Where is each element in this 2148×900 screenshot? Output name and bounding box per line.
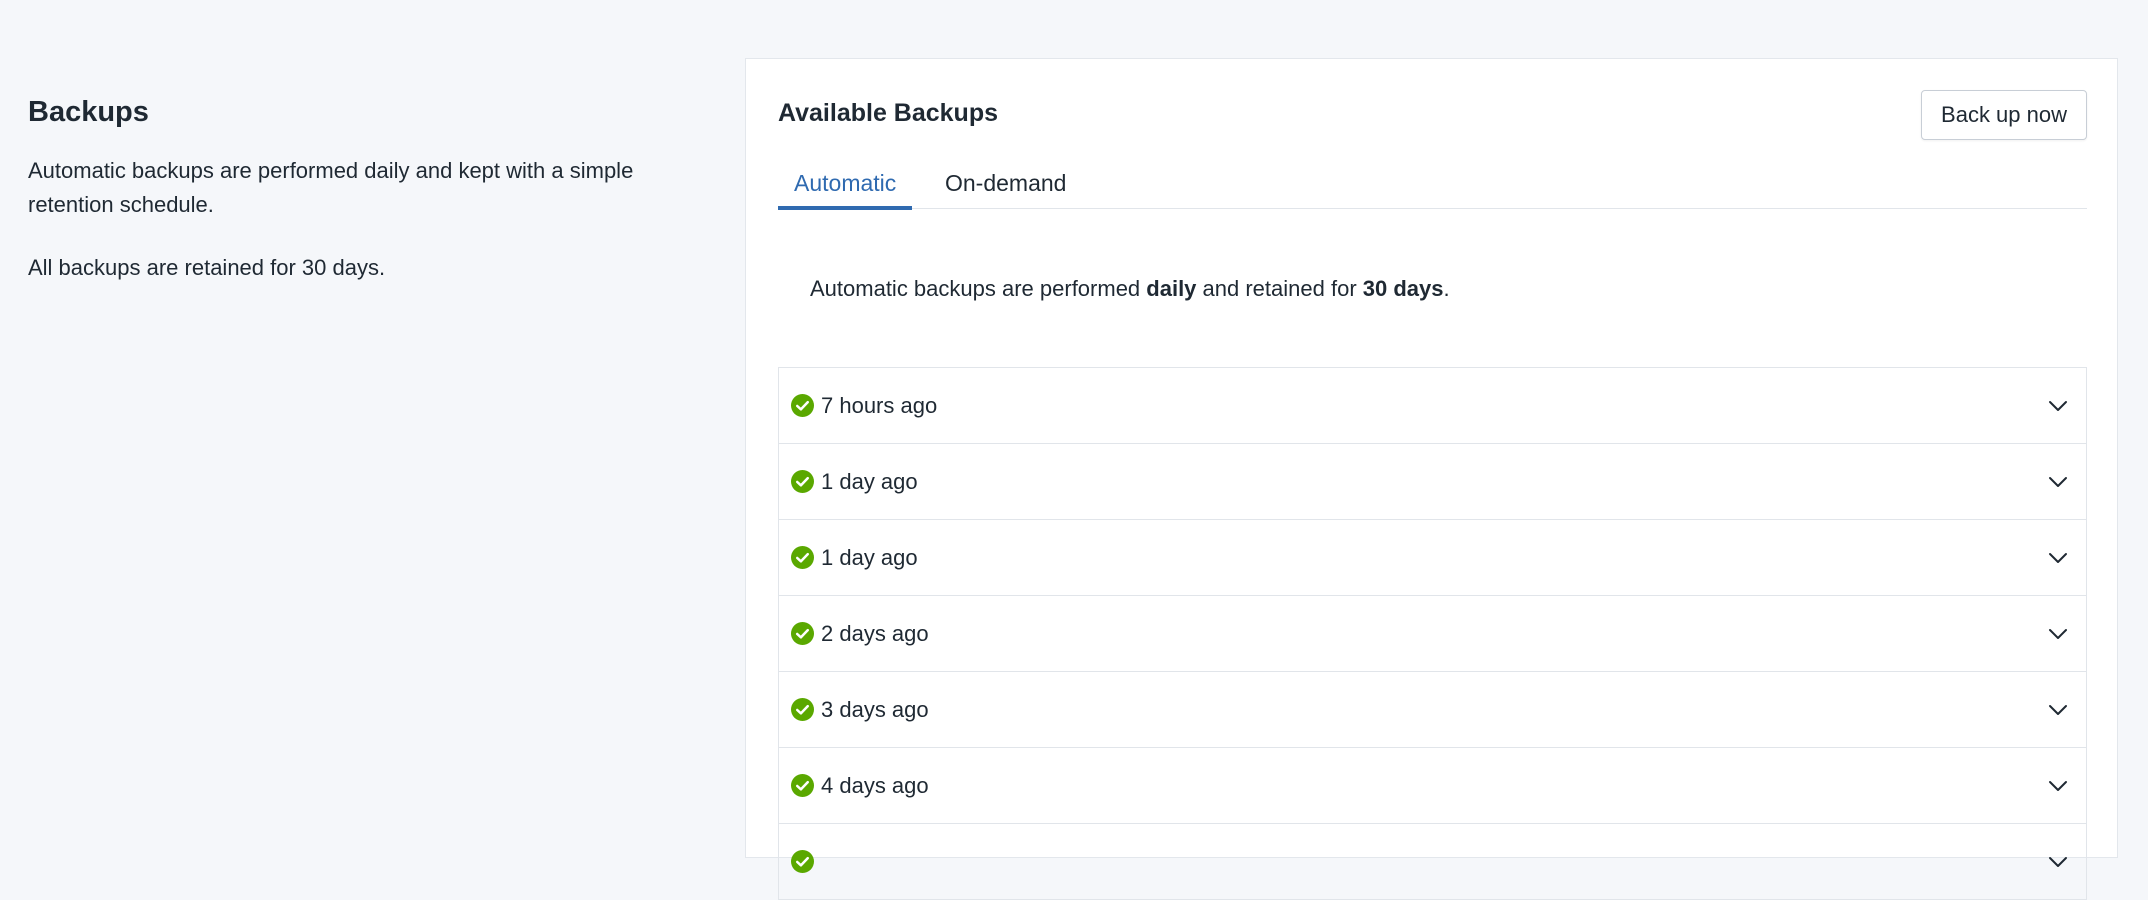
backup-time-label: 2 days ago (821, 620, 929, 646)
backup-time-label: 1 day ago (821, 468, 918, 494)
card-title: Available Backups (778, 99, 999, 127)
chevron-down-icon[interactable] (2048, 472, 2068, 492)
backup-row[interactable]: 7 hours ago (779, 368, 2086, 444)
back-up-now-button[interactable]: Back up now (1921, 90, 2087, 140)
backups-settings-section: Backups Automatic backups are performed … (28, 92, 688, 285)
check-circle-icon (791, 698, 814, 721)
available-backups-card: Available Backups Back up now Automatic … (745, 58, 2118, 900)
retention-info: Automatic backups are performed daily an… (810, 272, 1450, 306)
chevron-down-icon[interactable] (2048, 700, 2068, 720)
retention-note: All backups are retained for 30 days. (28, 255, 386, 280)
info-frequency: daily (1146, 276, 1197, 301)
tab-on-demand[interactable]: On-demand (929, 153, 1082, 209)
check-circle-icon (791, 622, 814, 645)
backup-list: 7 hours ago 1 day ago 1 day ago 2 days ago 3… (778, 367, 2087, 900)
info-middle: and retained for (1196, 276, 1363, 301)
check-circle-icon (791, 774, 814, 797)
chevron-down-icon[interactable] (2048, 624, 2068, 644)
chevron-down-icon[interactable] (2048, 852, 2068, 872)
backup-time-label: 7 hours ago (821, 392, 938, 418)
tab-on-demand-label: On-demand (945, 170, 1067, 196)
tab-automatic[interactable]: Automatic (778, 153, 913, 210)
info-suffix: . (1443, 276, 1450, 301)
backup-time-label: 4 days ago (821, 772, 929, 798)
backup-row[interactable]: 1 day ago (779, 444, 2086, 520)
chevron-down-icon[interactable] (2048, 396, 2068, 416)
check-circle-icon (791, 394, 814, 417)
chevron-down-icon[interactable] (2048, 776, 2068, 796)
info-prefix: Automatic backups are performed (810, 276, 1147, 301)
backup-row[interactable] (779, 824, 2086, 900)
check-circle-icon (791, 470, 814, 493)
backup-time-label: 3 days ago (821, 696, 929, 722)
check-circle-icon (791, 850, 814, 873)
backup-row[interactable]: 2 days ago (779, 596, 2086, 672)
section-title: Backups (28, 96, 149, 128)
backup-row[interactable]: 3 days ago (779, 672, 2086, 748)
backup-time-label: 1 day ago (821, 544, 918, 570)
backup-row[interactable]: 4 days ago (779, 748, 2086, 824)
backup-row[interactable]: 1 day ago (779, 520, 2086, 596)
backup-tabs: Automatic On-demand (778, 153, 2087, 210)
info-retention: 30 days (1362, 276, 1444, 301)
chevron-down-icon[interactable] (2048, 548, 2068, 568)
section-description: Automatic backups are performed daily an… (28, 158, 634, 217)
tab-automatic-label: Automatic (794, 170, 897, 196)
check-circle-icon (791, 546, 814, 569)
